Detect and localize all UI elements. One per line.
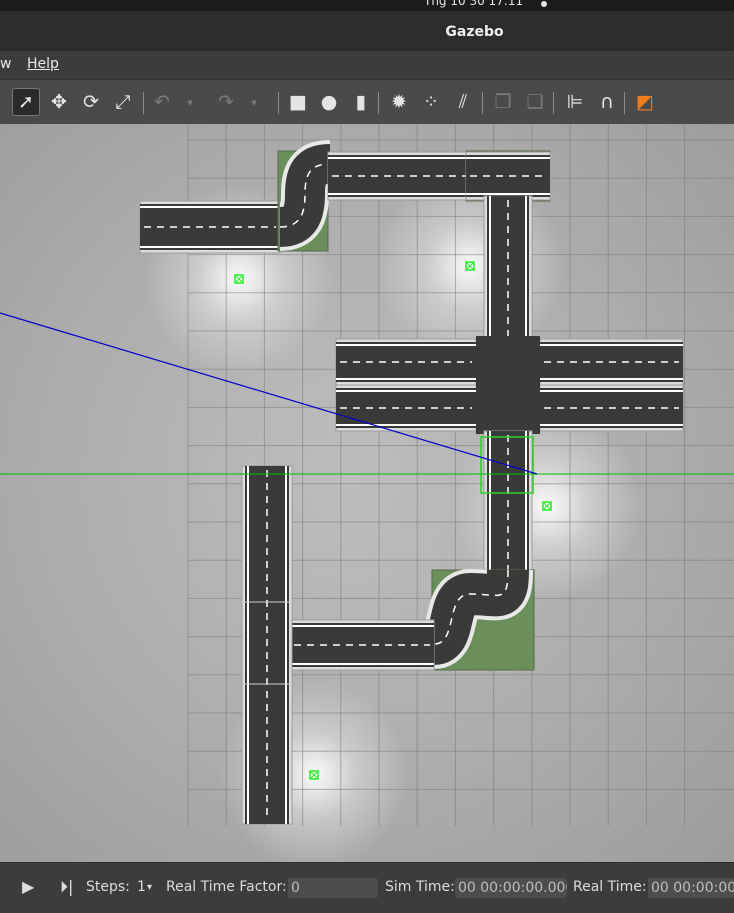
system-top-bar: Thg 10 30 17:11 [0,0,734,11]
redo-icon: ↷ [218,90,234,113]
undo-history-icon: ▾ [187,95,193,109]
point-light-icon[interactable]: ✹ [385,88,413,116]
intersection-center [476,336,540,434]
toolbar-separator [278,92,279,114]
real-time-field: 00 00:00:00.000 [648,878,734,898]
window-title: Gazebo [445,24,504,40]
toolbar: ➚ ✥ ⟳ ⤢ ↶ ▾ ↷ ▾ ■ ● ▮ ✹ ⁘ ⫽ ❐ ❏ ⊫ ∩ ◩ [0,80,734,125]
light-glows [144,171,642,862]
toolbar-separator [378,92,379,114]
real-time-factor-label: Real Time Factor: [166,879,287,895]
real-time-factor-field: 0 [288,878,378,898]
spot-light-icon[interactable]: ⁘ [417,88,445,116]
snap-icon[interactable]: ∩ [593,88,621,116]
align-icon[interactable]: ⊫ [561,88,589,116]
menu-view[interactable]: w [0,56,11,72]
steps-label: Steps: [86,879,130,895]
system-clock: Thg 10 30 17:11 [424,0,524,8]
toolbar-separator [143,92,144,114]
undo-icon: ↶ [154,90,170,113]
real-time-label: Real Time: [573,879,647,895]
rotate-mode-icon[interactable]: ⟳ [77,88,105,116]
box-shape-icon[interactable]: ■ [284,88,312,116]
scene-canvas[interactable] [0,124,734,862]
sphere-shape-icon[interactable]: ● [315,88,343,116]
scale-mode-icon[interactable]: ⤢ [109,88,137,116]
paste-icon: ❏ [526,90,544,113]
sim-time-label: Sim Time: [385,879,455,895]
directional-light-icon[interactable]: ⫽ [449,88,477,116]
steps-dropdown-icon[interactable]: ▾ [147,882,152,893]
menu-help[interactable]: Help [27,56,59,72]
translate-mode-icon[interactable]: ✥ [45,88,73,116]
toolbar-separator [624,92,625,114]
menu-help-label: Help [27,56,59,72]
cylinder-shape-icon[interactable]: ▮ [347,88,375,116]
select-mode-icon[interactable]: ➚ [12,88,40,116]
steps-value[interactable]: 1 [137,879,146,895]
menu-bar: w Help [0,51,734,80]
play-icon[interactable]: ▶ [22,877,34,896]
redo-history-icon: ▾ [251,95,257,109]
view-angle-icon[interactable]: ◩ [631,88,659,116]
toolbar-separator [482,92,483,114]
bottom-status-bar: ▶ ⏵︎| Steps: 1 ▾ Real Time Factor: 0 Sim… [0,862,734,913]
sim-time-field: 00 00:00:00.000 [455,878,567,898]
step-icon[interactable]: ⏵︎| [60,877,73,897]
copy-icon: ❐ [494,90,512,113]
notification-dot [541,1,547,7]
window-titlebar[interactable]: Gazebo [0,11,734,51]
toolbar-separator [553,92,554,114]
scene-viewport[interactable] [0,124,734,862]
